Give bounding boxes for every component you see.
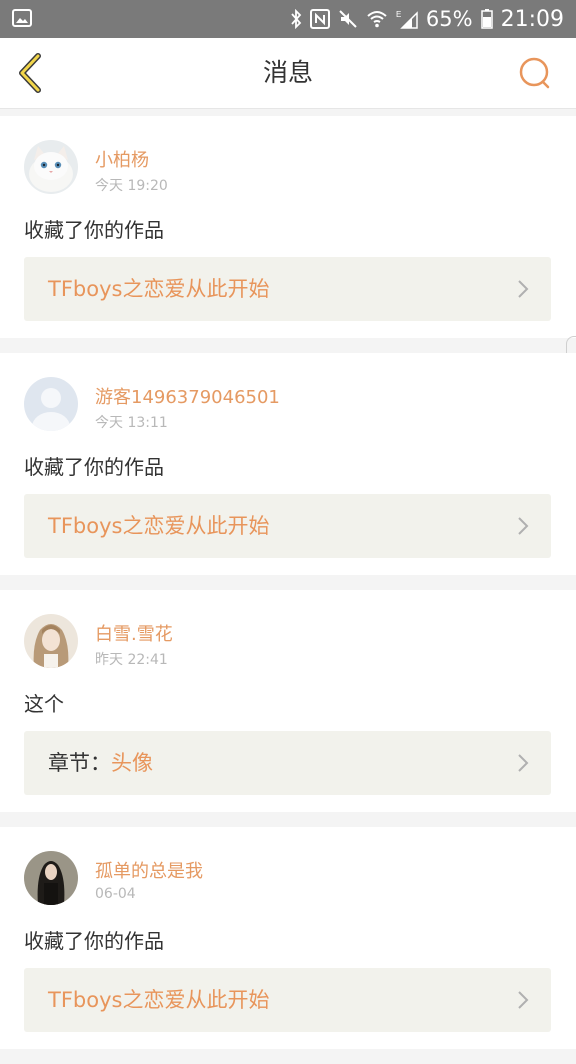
bluetooth-icon	[291, 9, 302, 29]
message-card: 游客1496379046501 今天 13:11 收藏了你的作品 TFboys之…	[0, 353, 576, 575]
message-card: 孤单的总是我 06-04 收藏了你的作品 TFboys之恋爱从此开始	[0, 827, 576, 1049]
nfc-icon	[309, 9, 330, 29]
signal-icon: E	[396, 10, 418, 29]
search-icon[interactable]	[516, 54, 554, 92]
status-bar: E 65% 21:09	[0, 0, 576, 38]
chapter-title: 头像	[111, 751, 153, 775]
mute-icon	[339, 10, 357, 28]
message-list: 小柏杨 今天 19:20 收藏了你的作品 TFboys之恋爱从此开始 游客149…	[0, 116, 576, 1064]
image-notification-icon	[12, 9, 32, 27]
avatar[interactable]	[24, 140, 78, 194]
work-label: TFboys之恋爱从此开始	[48, 968, 269, 1032]
page-title: 消息	[262, 58, 313, 87]
timestamp: 昨天 22:41	[95, 652, 168, 668]
battery-icon	[480, 9, 493, 29]
work-title: TFboys之恋爱从此开始	[48, 514, 270, 538]
message-text: 收藏了你的作品	[24, 218, 164, 242]
message-text: 这个	[24, 692, 64, 716]
work-link[interactable]: TFboys之恋爱从此开始	[24, 257, 551, 321]
clock: 21:09	[500, 6, 564, 32]
chapter-link[interactable]: 章节：头像	[24, 731, 551, 795]
username[interactable]: 孤单的总是我	[95, 857, 203, 883]
work-label: TFboys之恋爱从此开始	[48, 257, 269, 321]
chapter-prefix: 章节：	[48, 751, 111, 775]
message-text: 收藏了你的作品	[24, 929, 164, 953]
wifi-icon	[367, 11, 387, 28]
work-title: TFboys之恋爱从此开始	[48, 277, 270, 301]
message-card: 白雪.雪花 昨天 22:41 这个 章节：头像	[0, 590, 576, 812]
message-text: 收藏了你的作品	[24, 455, 164, 479]
timestamp: 今天 19:20	[95, 178, 168, 194]
message-card: 小柏杨 今天 19:20 收藏了你的作品 TFboys之恋爱从此开始	[0, 116, 576, 574]
svg-text:E: E	[396, 10, 401, 19]
title-bar: 消息	[0, 38, 576, 109]
battery-percent: 65%	[425, 7, 473, 31]
work-label: TFboys之恋爱从此开始	[48, 494, 269, 558]
chevron-right-icon	[518, 991, 529, 1009]
work-link[interactable]: TFboys之恋爱从此开始	[24, 968, 551, 1032]
chevron-right-icon	[518, 754, 529, 772]
timestamp: 今天 13:11	[95, 415, 168, 431]
work-link[interactable]: TFboys之恋爱从此开始	[24, 494, 551, 558]
work-title: TFboys之恋爱从此开始	[48, 988, 270, 1012]
work-label: 章节：头像	[48, 731, 153, 795]
avatar[interactable]	[24, 614, 78, 668]
timestamp: 06-04	[95, 886, 136, 902]
chevron-right-icon	[518, 280, 529, 298]
chevron-right-icon	[518, 517, 529, 535]
avatar[interactable]	[24, 377, 78, 431]
username[interactable]: 白雪.雪花	[95, 620, 173, 646]
username[interactable]: 小柏杨	[95, 146, 149, 172]
username[interactable]: 游客1496379046501	[95, 383, 280, 409]
avatar[interactable]	[24, 851, 78, 905]
